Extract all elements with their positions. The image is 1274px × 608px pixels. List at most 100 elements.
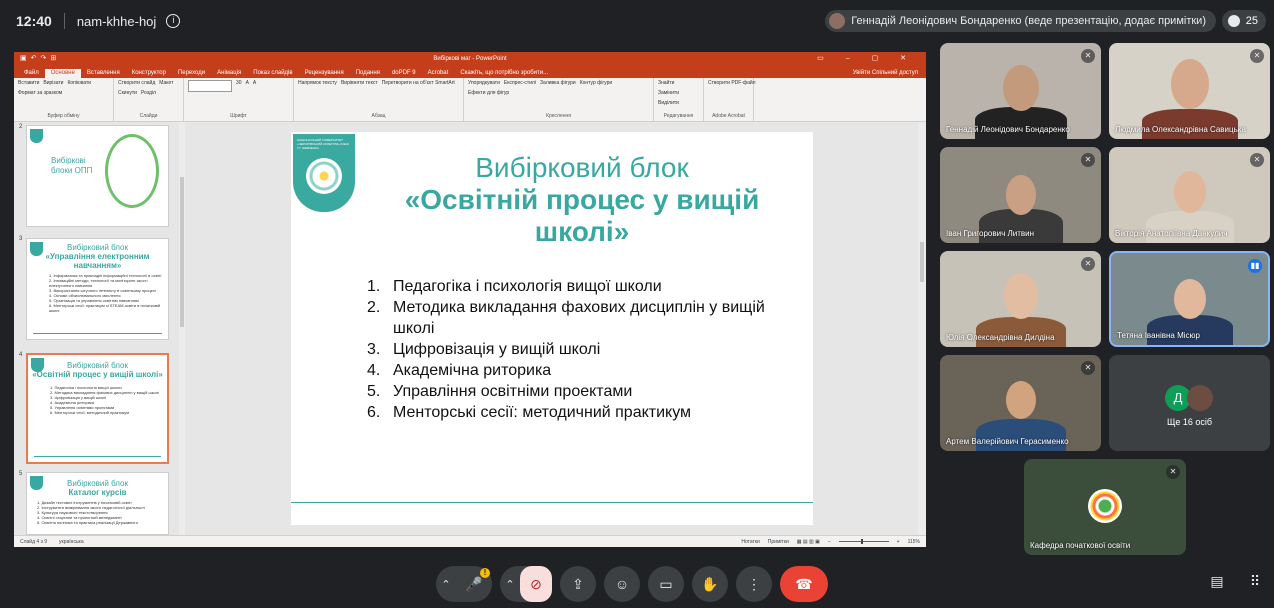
zoom-level[interactable]: 115%	[908, 539, 920, 545]
presenter-chip[interactable]: Геннадій Леонідович Бондаренко (веде пре…	[825, 10, 1216, 32]
new-slide-button[interactable]: Створити слайд	[118, 80, 155, 86]
tab-review[interactable]: Рецензування	[299, 69, 350, 78]
video-options-button[interactable]: ⌃	[500, 566, 520, 602]
thumb-title-line: блоки ОПП	[51, 166, 93, 175]
audio-options-button[interactable]: ⌃	[436, 566, 456, 602]
shape-fill-button[interactable]: Заливка фігури	[540, 80, 576, 86]
slide-footer-line	[291, 501, 813, 503]
copy-button[interactable]: Копіювати	[67, 80, 91, 86]
camera-off-button[interactable]: ⊘	[520, 566, 552, 602]
activities-icon[interactable]: ⠿	[1244, 570, 1266, 592]
shape-effects-button[interactable]: Ефекти для фігур	[468, 90, 509, 96]
participant-tile[interactable]: ✕ Юлія Олександрівна Дилдіна	[940, 251, 1101, 347]
shared-screen: ▣↶↷⊞ Вибіркові маг - PowerPoint ▭ – ▢ ✕ …	[14, 52, 926, 547]
select-button[interactable]: Виділити	[658, 100, 679, 106]
smartart-button[interactable]: Перетворити на об'єкт SmartArt	[382, 80, 455, 86]
more-participants-tile[interactable]: Д Ще 16 осіб	[1109, 355, 1270, 451]
more-options-button[interactable]: ⋮	[736, 566, 772, 602]
present-screen-button[interactable]: ⇪	[560, 566, 596, 602]
participant-tile[interactable]: ✕ Людмила Олександрівна Савицька	[1109, 43, 1270, 139]
list-item: 2. Методика викладання фахових дисциплін …	[367, 297, 787, 339]
cut-button[interactable]: Вирізати	[43, 80, 63, 86]
flower-emblem-icon	[306, 158, 342, 194]
participant-video	[1146, 315, 1233, 345]
align-text-button[interactable]: Вирівняти текст	[341, 80, 378, 86]
notes-button[interactable]: Нотатки	[741, 539, 759, 545]
info-icon[interactable]: i	[166, 14, 181, 28]
raise-hand-button[interactable]: ✋	[692, 566, 728, 602]
scroll-thumb[interactable]	[920, 242, 924, 282]
scroll-thumb[interactable]	[180, 177, 184, 327]
account-share[interactable]: Увійти Спільний доступ	[847, 69, 926, 78]
slide-thumbnail[interactable]: Вибіркові блоки ОПП	[26, 125, 169, 227]
font-size-box[interactable]: 30	[236, 80, 242, 92]
participant-face	[1005, 381, 1036, 419]
tab-acrobat[interactable]: Acrobat	[422, 69, 455, 78]
thumb-list-item: 6. Менторські сесії: практикум зі STEAM-…	[49, 303, 161, 313]
tab-home[interactable]: Основне	[44, 69, 81, 78]
reset-button[interactable]: Скинути	[118, 90, 137, 96]
emoji-button[interactable]: ☺	[604, 566, 640, 602]
zoom-slider[interactable]	[838, 539, 889, 544]
group-label: Абзац	[371, 113, 386, 119]
layout-button[interactable]: Макет	[159, 80, 173, 86]
text-direction-button[interactable]: Напрямок тексту	[298, 80, 337, 86]
tab-view[interactable]: Подання	[350, 69, 386, 78]
thumbnails-scrollbar[interactable]	[179, 122, 185, 535]
quick-styles-button[interactable]: Експрес-стилі	[504, 80, 536, 86]
grow-font-button[interactable]: A	[246, 80, 249, 92]
paste-button[interactable]: Вставити	[18, 80, 39, 86]
comments-button[interactable]: Примітки	[768, 539, 789, 545]
view-buttons[interactable]: ▦ ▤ ▥ ▣	[797, 539, 820, 545]
shape-outline-button[interactable]: Контур фігури	[580, 80, 612, 86]
participant-tile[interactable]: ✕ Кафедра початкової освіти	[1024, 459, 1186, 555]
participant-face	[1173, 171, 1206, 213]
participant-tile[interactable]: ✕ Геннадій Леонідович Бондаренко	[940, 43, 1101, 139]
section-button[interactable]: Розділ	[141, 90, 156, 96]
font-name-box[interactable]	[188, 80, 232, 92]
thumb-number: 2	[19, 124, 23, 130]
chat-icon[interactable]: ▤	[1206, 570, 1228, 592]
participant-tile-speaking[interactable]: ▮▮ Тетяна Іванівна Місюр	[1109, 251, 1270, 347]
find-button[interactable]: Знайти	[658, 80, 674, 86]
replace-button[interactable]: Замінити	[658, 90, 679, 96]
divider	[33, 333, 162, 334]
participant-name: Артем Валерійович Герасименко	[946, 437, 1069, 446]
leave-call-button[interactable]: ☎	[780, 566, 828, 602]
zoom-out-button[interactable]: –	[828, 539, 831, 545]
tab-insert[interactable]: Вставлення	[81, 69, 126, 78]
tab-design[interactable]: Конструктор	[126, 69, 172, 78]
tab-slideshow[interactable]: Показ слайдів	[247, 69, 298, 78]
zoom-in-button[interactable]: +	[897, 539, 900, 545]
shrink-font-button[interactable]: A	[253, 80, 256, 92]
list-number: 3.	[367, 341, 381, 358]
ribbon-group-editing: Знайти Замінити Виділити Редагування	[654, 78, 704, 121]
language-indicator[interactable]: українська	[59, 539, 84, 545]
format-painter-button[interactable]: Формат за зразком	[18, 90, 62, 96]
participant-name: Тетяна Іванівна Місюр	[1117, 331, 1200, 340]
ribbon-group-clipboard: Вставити Вирізати Копіювати Формат за зразк…	[14, 78, 114, 121]
ribbon-group-font: 30 A A Шрифт	[184, 78, 294, 121]
participant-tile[interactable]: ✕ Вікторія Анатоліївна Данкулич	[1109, 147, 1270, 243]
tab-file[interactable]: Файл	[18, 69, 45, 78]
slide-scrollbar[interactable]	[918, 122, 926, 535]
tab-animation[interactable]: Анімація	[211, 69, 247, 78]
thumb-number: 4	[19, 352, 23, 358]
quick-access-toolbar[interactable]: ▣↶↷⊞	[20, 54, 60, 62]
mic-button[interactable]: 🎤!	[456, 566, 492, 602]
captions-button[interactable]: ▭	[648, 566, 684, 602]
window-controls[interactable]: ▭ – ▢ ✕	[817, 54, 916, 62]
create-pdf-button[interactable]: Створити PDF-файл	[708, 80, 756, 86]
participants-button[interactable]: 25	[1222, 10, 1266, 32]
participant-tile[interactable]: ✕ Артем Валерійович Герасименко	[940, 355, 1101, 451]
slide-thumbnail-selected[interactable]: Вибірковий блок «Освітній процес у вищій …	[26, 353, 169, 464]
cycle-diagram	[105, 134, 159, 208]
participant-tile[interactable]: ✕ Іван Григорович Литвин	[940, 147, 1101, 243]
slide-thumbnail[interactable]: Вибірковий блок Каталог курсів 1. Дизайн …	[26, 472, 169, 535]
arrange-button[interactable]: Упорядкувати	[468, 80, 500, 86]
slide-canvas[interactable]: НАЦІОНАЛЬНИЙ УНІВЕРСИТЕТ «ЧЕРНІГІВСЬКИЙ …	[291, 132, 813, 525]
tab-transitions[interactable]: Переходи	[172, 69, 211, 78]
tell-me-box[interactable]: Скажіть, що потрібно зробити...	[454, 69, 554, 78]
slide-thumbnail[interactable]: Вибірковий блок «Управління електронним н…	[26, 238, 169, 340]
tab-dopdf[interactable]: doPDF 9	[386, 69, 422, 78]
